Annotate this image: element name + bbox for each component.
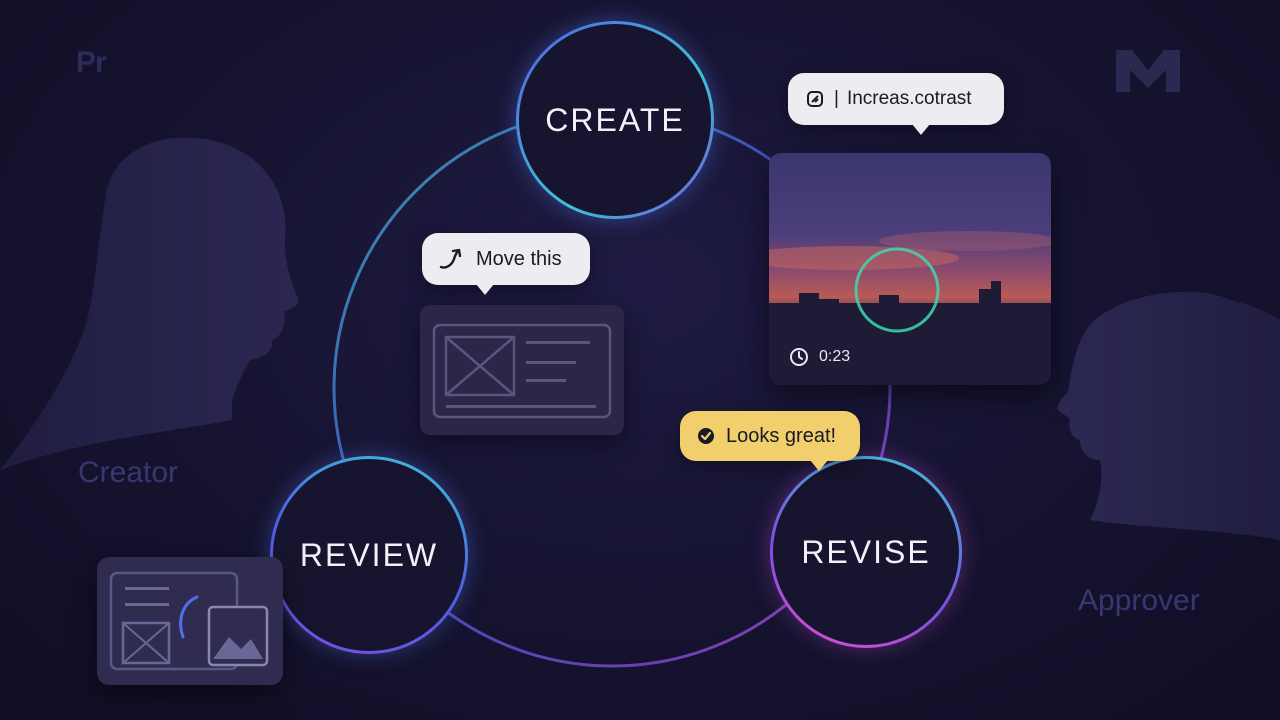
premiere-logo: Pr	[76, 46, 107, 79]
stage-create-label: CREATE	[545, 101, 685, 138]
stage-create: CREATE	[516, 21, 714, 219]
approver-silhouette	[1057, 291, 1280, 540]
comment-approval-text: Looks great!	[726, 424, 837, 447]
review-card	[97, 557, 283, 685]
text-cursor: |	[834, 88, 839, 109]
comment-bubble-move: Move this	[422, 233, 590, 295]
stage-review-label: REVIEW	[299, 536, 439, 573]
comment-move-text: Move this	[476, 247, 562, 270]
video-preview[interactable]: 0:23	[769, 153, 1051, 385]
m-logo-icon	[1112, 40, 1184, 96]
creator-label: Creator	[78, 456, 179, 489]
check-circle-icon	[696, 426, 716, 446]
stage-revise: REVISE	[770, 456, 962, 648]
wireframe-card	[420, 305, 624, 435]
timecode-text: 0:23	[819, 348, 851, 365]
clock-icon	[789, 347, 809, 367]
comment-bubble-approval: Looks great!	[680, 411, 860, 471]
timecode: 0:23	[789, 347, 850, 367]
curved-arrow-icon	[438, 247, 466, 271]
stage-review: REVIEW	[270, 456, 468, 654]
approver-label: Approver	[1078, 584, 1200, 617]
tag-icon	[806, 90, 824, 108]
comment-bubble-contrast: | Increas.cotrast	[788, 73, 1004, 135]
stage-revise-label: REVISE	[801, 533, 931, 570]
comment-contrast-text: Increas.cotrast	[846, 88, 972, 109]
